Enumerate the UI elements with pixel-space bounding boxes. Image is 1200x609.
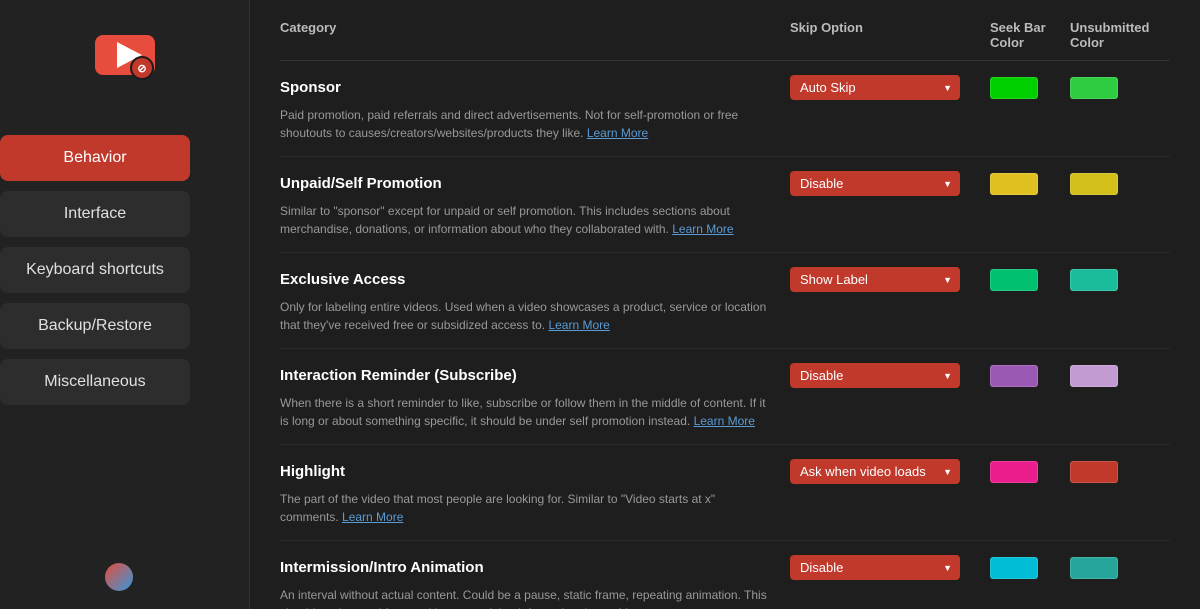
seek-bar-color-swatch[interactable]	[990, 269, 1038, 291]
seek-bar-color-swatch[interactable]	[990, 77, 1038, 99]
category-name: Intermission/Intro Animation	[280, 559, 790, 576]
nav-btn-interface[interactable]: Interface	[0, 191, 190, 237]
skip-option-select-wrap: Auto SkipManual SkipShow LabelDisable	[790, 171, 960, 196]
nav-btn-misc[interactable]: Miscellaneous	[0, 359, 190, 405]
category-name: Unpaid/Self Promotion	[280, 175, 790, 192]
category-main-row: Exclusive AccessAuto SkipManual SkipShow…	[280, 267, 1170, 292]
nav-buttons: Behavior Interface Keyboard shortcuts Backu…	[0, 130, 249, 410]
seek-bar-color-swatch[interactable]	[990, 557, 1038, 579]
skip-option-select[interactable]: Auto SkipManual SkipShow LabelDisable	[790, 363, 960, 388]
skip-option-select[interactable]: Auto SkipManual SkipShow LabelDisable	[790, 171, 960, 196]
unsubmitted-color-cell	[1070, 365, 1170, 387]
category-description: The part of the video that most people a…	[280, 490, 790, 526]
skip-option-select[interactable]: Auto SkipManual SkipShow LabelDisable	[790, 555, 960, 580]
category-description: Only for labeling entire videos. Used wh…	[280, 298, 790, 334]
skip-option-select[interactable]: Auto SkipManual SkipAsk when video loads…	[790, 459, 960, 484]
unsubmitted-color-cell	[1070, 77, 1170, 99]
category-main-row: Interaction Reminder (Subscribe)Auto Ski…	[280, 363, 1170, 388]
skip-option-select-wrap: Auto SkipManual SkipShow LabelDisable	[790, 555, 960, 580]
learn-more-link[interactable]: Learn More	[672, 222, 733, 236]
creator-avatar	[105, 563, 133, 591]
col-header-unsubmitted: Unsubmitted Color	[1070, 20, 1170, 50]
category-name: Exclusive Access	[280, 271, 790, 288]
seek-bar-color-cell	[990, 557, 1070, 579]
unsubmitted-color-swatch[interactable]	[1070, 173, 1118, 195]
sponsorblock-logo: ⊘	[90, 20, 160, 90]
category-description: When there is a short reminder to like, …	[280, 394, 790, 430]
seek-bar-color-cell	[990, 173, 1070, 195]
category-main-row: HighlightAuto SkipManual SkipAsk when vi…	[280, 459, 1170, 484]
category-name: Sponsor	[280, 79, 790, 96]
category-row: Intermission/Intro AnimationAuto SkipMan…	[280, 541, 1170, 609]
learn-more-link[interactable]: Learn More	[548, 318, 609, 332]
unsubmitted-color-cell	[1070, 557, 1170, 579]
sidebar: ⊘ Behavior Interface Keyboard shortcuts Bac…	[0, 0, 250, 609]
skip-option-select-wrap: Auto SkipManual SkipShow LabelDisable	[790, 267, 960, 292]
category-row: Exclusive AccessAuto SkipManual SkipShow…	[280, 253, 1170, 349]
table-header: Category Skip Option Seek Bar Color Unsu…	[280, 20, 1170, 61]
skip-option-select[interactable]: Auto SkipManual SkipShow LabelDisable	[790, 267, 960, 292]
category-row: SponsorAuto SkipManual SkipShow LabelDis…	[280, 61, 1170, 157]
category-main-row: SponsorAuto SkipManual SkipShow LabelDis…	[280, 75, 1170, 100]
category-main-row: Unpaid/Self PromotionAuto SkipManual Ski…	[280, 171, 1170, 196]
skip-option-select-wrap: Auto SkipManual SkipAsk when video loads…	[790, 459, 960, 484]
category-description: Paid promotion, paid referrals and direc…	[280, 106, 790, 142]
category-desc-row: When there is a short reminder to like, …	[280, 394, 1170, 430]
seek-bar-color-swatch[interactable]	[990, 461, 1038, 483]
col-header-seekbar: Seek Bar Color	[990, 20, 1070, 50]
skip-option-select-wrap: Auto SkipManual SkipShow LabelDisable	[790, 75, 960, 100]
category-desc-row: Only for labeling entire videos. Used wh…	[280, 298, 1170, 334]
svg-text:⊘: ⊘	[137, 63, 146, 75]
skip-option-select-wrap: Auto SkipManual SkipShow LabelDisable	[790, 363, 960, 388]
category-desc-row: Similar to "sponsor" except for unpaid o…	[280, 202, 1170, 238]
category-main-row: Intermission/Intro AnimationAuto SkipMan…	[280, 555, 1170, 580]
seek-bar-color-cell	[990, 461, 1070, 483]
category-desc-row: An interval without actual content. Coul…	[280, 586, 1170, 609]
categories-container: SponsorAuto SkipManual SkipShow LabelDis…	[280, 61, 1170, 609]
category-description: An interval without actual content. Coul…	[280, 586, 790, 609]
seek-bar-color-cell	[990, 269, 1070, 291]
seek-bar-color-swatch[interactable]	[990, 365, 1038, 387]
unsubmitted-color-swatch[interactable]	[1070, 365, 1118, 387]
learn-more-link[interactable]: Learn More	[587, 126, 648, 140]
learn-more-link[interactable]: Learn More	[342, 510, 403, 524]
category-description: Similar to "sponsor" except for unpaid o…	[280, 202, 790, 238]
unsubmitted-color-cell	[1070, 269, 1170, 291]
seek-bar-color-swatch[interactable]	[990, 173, 1038, 195]
unsubmitted-color-swatch[interactable]	[1070, 557, 1118, 579]
category-desc-row: The part of the video that most people a…	[280, 490, 1170, 526]
category-name: Interaction Reminder (Subscribe)	[280, 367, 790, 384]
category-row: Interaction Reminder (Subscribe)Auto Ski…	[280, 349, 1170, 445]
nav-btn-keyboard[interactable]: Keyboard shortcuts	[0, 247, 190, 293]
nav-btn-behavior[interactable]: Behavior	[0, 135, 190, 181]
nav-btn-backup[interactable]: Backup/Restore	[0, 303, 190, 349]
unsubmitted-color-cell	[1070, 461, 1170, 483]
category-row: Unpaid/Self PromotionAuto SkipManual Ski…	[280, 157, 1170, 253]
main-content: Category Skip Option Seek Bar Color Unsu…	[250, 0, 1200, 609]
unsubmitted-color-swatch[interactable]	[1070, 461, 1118, 483]
creator-area	[105, 553, 145, 599]
unsubmitted-color-cell	[1070, 173, 1170, 195]
learn-more-link[interactable]: Learn More	[694, 414, 755, 428]
unsubmitted-color-swatch[interactable]	[1070, 269, 1118, 291]
unsubmitted-color-swatch[interactable]	[1070, 77, 1118, 99]
category-name: Highlight	[280, 463, 790, 480]
col-header-category: Category	[280, 20, 790, 50]
seek-bar-color-cell	[990, 365, 1070, 387]
category-row: HighlightAuto SkipManual SkipAsk when vi…	[280, 445, 1170, 541]
logo-area: ⊘	[90, 20, 160, 100]
category-desc-row: Paid promotion, paid referrals and direc…	[280, 106, 1170, 142]
col-header-skip: Skip Option	[790, 20, 990, 50]
skip-option-select[interactable]: Auto SkipManual SkipShow LabelDisable	[790, 75, 960, 100]
seek-bar-color-cell	[990, 77, 1070, 99]
